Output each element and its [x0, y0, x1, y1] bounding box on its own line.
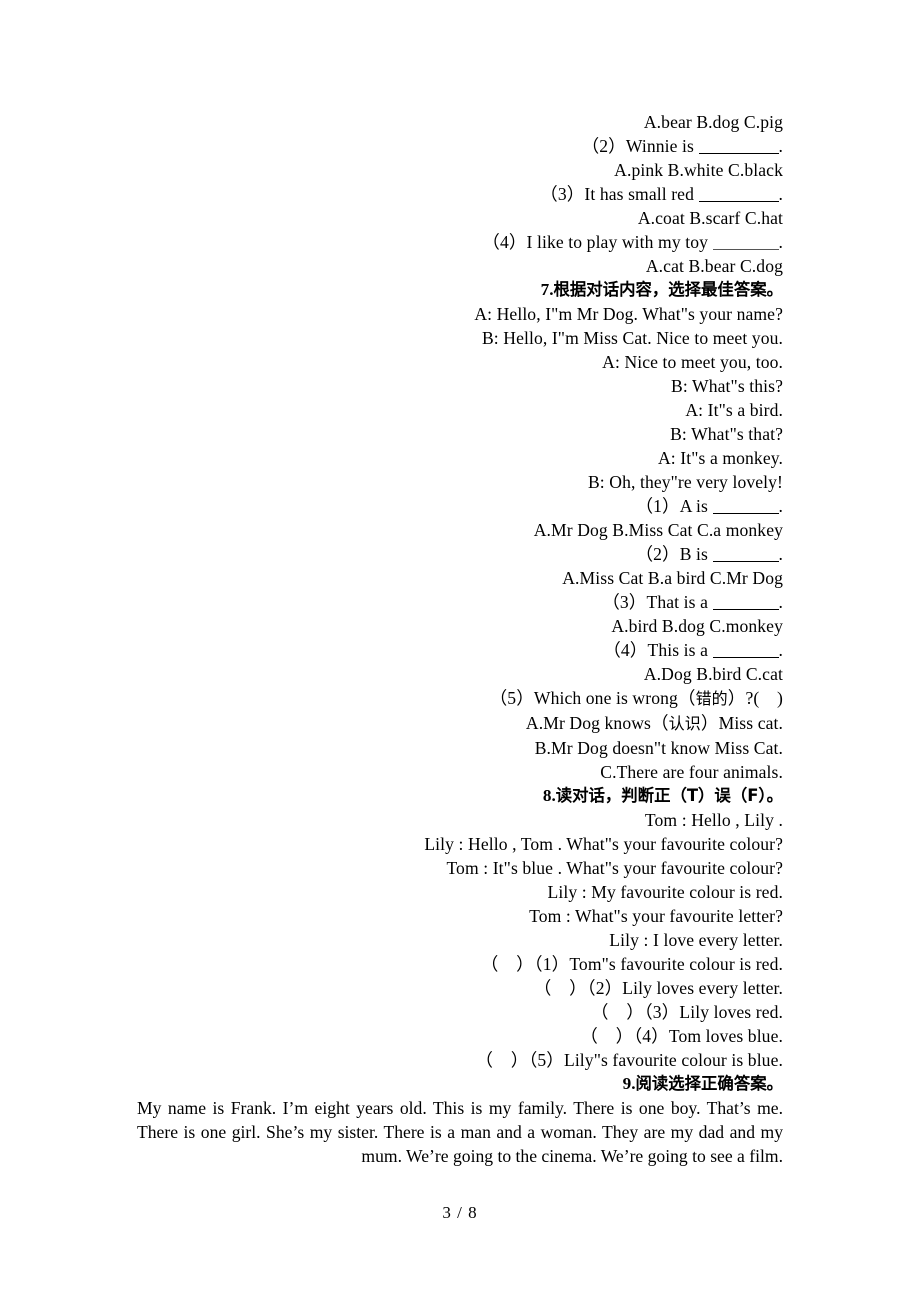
section9-title: 阅读选择正确答案。: [635, 1074, 783, 1093]
section8-dialogue-line: Tom : What"s your favourite letter?: [529, 906, 783, 926]
section7-q5-option-a-cn: 认识: [668, 714, 701, 733]
q6-item3-text: （3）It has small red: [540, 184, 694, 204]
section7-q1-options: A.Mr Dog B.Miss Cat C.a monkey: [533, 520, 783, 540]
section7-q2: （2）B is .: [137, 542, 783, 566]
q6-item2-text: （2）Winnie is: [581, 136, 694, 156]
page-content: A.bear B.dog C.pig （2）Winnie is . A.pink…: [137, 110, 783, 1168]
section7-dialogue-line: B: What"s this?: [671, 376, 783, 396]
section8-dialogue-line: Lily : I love every letter.: [609, 930, 783, 950]
section7-q5-text-b[interactable]: ）?( ): [728, 688, 783, 708]
section7-q3-punct: .: [778, 592, 783, 612]
section7-q3-text: （3）That is a: [602, 592, 708, 612]
q6-item1-options: A.bear B.dog C.pig: [643, 112, 783, 132]
q6-item3-options: A.coat B.scarf C.hat: [637, 208, 783, 228]
section7-q4-punct: .: [778, 640, 783, 660]
section9-heading: 9.阅读选择正确答案。: [137, 1072, 783, 1096]
document-page: A.bear B.dog C.pig （2）Winnie is . A.pink…: [0, 0, 920, 1302]
section8-statement[interactable]: （ ）（2）Lily loves every letter.: [137, 976, 783, 1000]
q6-item3: （3）It has small red .: [137, 182, 783, 206]
q6-item4: （4）I like to play with my toy .: [137, 230, 783, 254]
q6-item2-options: A.pink B.white C.black: [614, 160, 783, 180]
section7-q3: （3）That is a .: [137, 590, 783, 614]
section7-dialogue-line: B: What"s that?: [670, 424, 783, 444]
section7-q4-text: （4）This is a: [603, 640, 708, 660]
answer-blank[interactable]: [712, 657, 779, 658]
answer-blank[interactable]: [712, 513, 779, 514]
section8-dialogue-line: Tom : Hello , Lily .: [644, 810, 783, 830]
section7-q5-option-a-pre: A.Mr Dog knows（: [525, 713, 669, 733]
section7-q5-text-cn: 错的: [695, 689, 728, 708]
q6-item4-punct: .: [778, 232, 783, 252]
section8-title: 读对话，判断正（T）误（F）。: [555, 786, 783, 805]
answer-blank[interactable]: [698, 201, 779, 202]
section7-q1-punct: .: [778, 496, 783, 516]
section7-dialogue-line: A: Nice to meet you, too.: [602, 352, 783, 372]
section8-statement[interactable]: （ ）（5）Lily"s favourite colour is blue.: [137, 1048, 783, 1072]
section7-q5-option-a: A.Mr Dog knows（认识）Miss cat.: [137, 711, 783, 736]
section7-q5-option-b: B.Mr Dog doesn"t know Miss Cat.: [534, 738, 783, 758]
section7-q1: （1）A is .: [137, 494, 783, 518]
section8-dialogue-line: Lily : My favourite colour is red.: [547, 882, 783, 902]
answer-blank[interactable]: [698, 153, 779, 154]
section8-heading: 8.读对话，判断正（T）误（F）。: [137, 784, 783, 808]
section9-number: 9.: [622, 1074, 636, 1093]
section8-dialogue-line: Lily : Hello , Tom . What"s your favouri…: [424, 834, 783, 854]
section7-dialogue-line: B: Oh, they"re very lovely!: [587, 472, 783, 492]
section7-dialogue-line: B: Hello, I"m Miss Cat. Nice to meet you…: [481, 328, 783, 348]
section8-number: 8.: [542, 786, 556, 805]
page-number: 3 / 8: [442, 1203, 478, 1222]
section8-statement[interactable]: （ ）（3）Lily loves red.: [137, 1000, 783, 1024]
section7-q2-punct: .: [778, 544, 783, 564]
q6-item2-punct: .: [778, 136, 783, 156]
q6-item4-text: （4）I like to play with my toy: [482, 232, 708, 252]
answer-blank[interactable]: [712, 609, 779, 610]
section7-q2-text: （2）B is: [635, 544, 708, 564]
section7-q5-option-c: C.There are four animals.: [600, 762, 783, 782]
q6-item4-options: A.cat B.bear C.dog: [645, 256, 783, 276]
section8-dialogue-line: Tom : It"s blue . What"s your favourite …: [446, 858, 783, 878]
section9-passage: My name is Frank. I’m eight years old. T…: [137, 1098, 783, 1166]
section7-dialogue-line: A: It"s a bird.: [685, 400, 783, 420]
section7-q3-options: A.bird B.dog C.monkey: [611, 616, 783, 636]
section7-number: 7.: [540, 280, 554, 299]
section7-dialogue-line: A: It"s a monkey.: [657, 448, 783, 468]
answer-blank[interactable]: [712, 561, 779, 562]
section7-q5: （5）Which one is wrong（错的）?( ): [137, 686, 783, 711]
section7-q4: （4）This is a .: [137, 638, 783, 662]
section7-q2-options: A.Miss Cat B.a bird C.Mr Dog: [562, 568, 783, 588]
q6-item3-punct: .: [778, 184, 783, 204]
section7-title: 根据对话内容，选择最佳答案。: [553, 280, 783, 299]
q6-item2: （2）Winnie is .: [137, 134, 783, 158]
section7-q5-text-a: （5）Which one is wrong（: [489, 688, 696, 708]
section7-q1-text: （1）A is: [635, 496, 708, 516]
section8-statement[interactable]: （ ）（1）Tom"s favourite colour is red.: [137, 952, 783, 976]
section7-q4-options: A.Dog B.bird C.cat: [643, 664, 783, 684]
section8-statement[interactable]: （ ）（4）Tom loves blue.: [137, 1024, 783, 1048]
section7-dialogue-line: A: Hello, I"m Mr Dog. What"s your name?: [474, 304, 783, 324]
section7-heading: 7.根据对话内容，选择最佳答案。: [137, 278, 783, 302]
section7-q5-option-a-post: ）Miss cat.: [700, 713, 783, 733]
answer-blank[interactable]: [712, 249, 779, 250]
